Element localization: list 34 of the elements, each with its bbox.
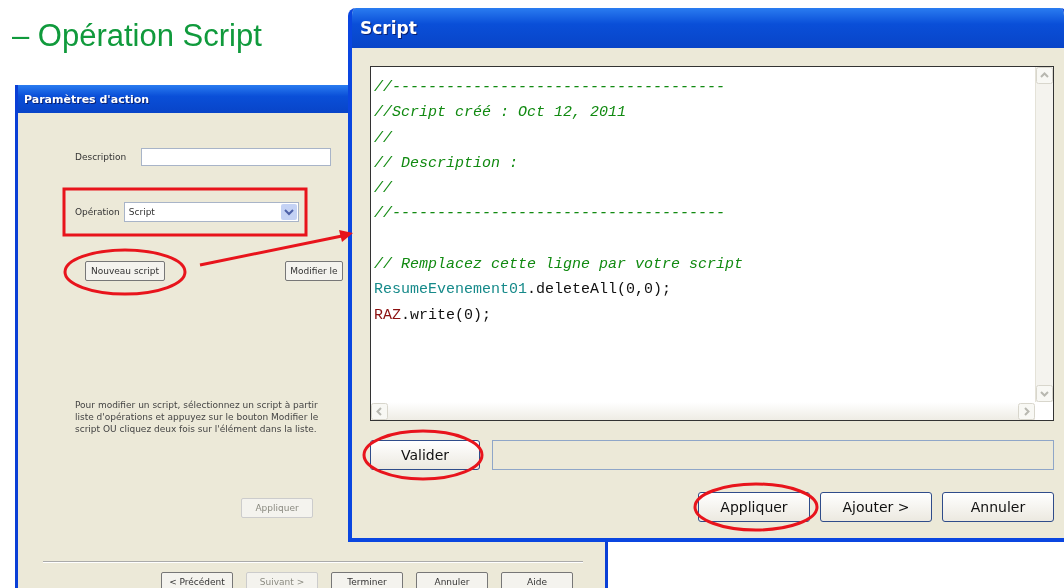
code-line: //------------------------------------- [374, 78, 727, 98]
operation-label: Opération [75, 207, 120, 217]
description-label: Description [75, 152, 128, 162]
code-line: //Script créé : Oct 12, 2011 [374, 103, 628, 124]
scroll-up-icon[interactable] [1036, 67, 1053, 84]
wizard-button[interactable]: Annuler [416, 572, 488, 588]
dialog-button[interactable]: Annuler [942, 492, 1054, 522]
scroll-down-icon[interactable] [1036, 385, 1053, 402]
scroll-left-icon[interactable] [371, 402, 388, 420]
code-line: // Description : [374, 153, 520, 174]
code-line: ResumeEvenement01.deleteAll(0,0); [374, 280, 673, 301]
new-script-button[interactable]: Nouveau script [85, 261, 165, 281]
description-field[interactable] [141, 148, 331, 166]
code-line: RAZ.write(0); [374, 305, 493, 326]
vertical-scrollbar[interactable] [1035, 67, 1053, 402]
wizard-button[interactable]: < Précédent [161, 572, 233, 588]
window-title: Script [360, 18, 417, 38]
horizontal-scrollbar[interactable] [371, 402, 1035, 420]
slide-title: – Opération Script [12, 18, 262, 54]
code-line: //------------------------------------- [374, 204, 727, 225]
validate-button[interactable]: Valider [370, 440, 480, 470]
code-editor[interactable] [370, 66, 1054, 421]
wizard-button[interactable]: Terminer [331, 572, 403, 588]
help-text: Pour modifier un script, sélectionnez un script à partir liste d'opérations et appuyez sur le bouton Modifier le script OU cliquez deux fois sur l'élément dans la liste. [75, 399, 319, 435]
wizard-button[interactable]: Aide [501, 572, 573, 588]
edit-script-button[interactable]: Modifier le [284, 261, 343, 281]
window-title: Paramètres d'action [24, 92, 150, 106]
code-line: // Remplacez cette ligne par votre script [374, 255, 745, 276]
scroll-right-icon[interactable] [1018, 402, 1035, 420]
dialog-button[interactable]: Appliquer [698, 492, 810, 522]
dialog-button[interactable]: Ajouter > [820, 492, 932, 522]
code-line: // [374, 128, 394, 149]
operation-dropdown[interactable]: Script [123, 202, 299, 222]
code-line: // [374, 179, 394, 200]
